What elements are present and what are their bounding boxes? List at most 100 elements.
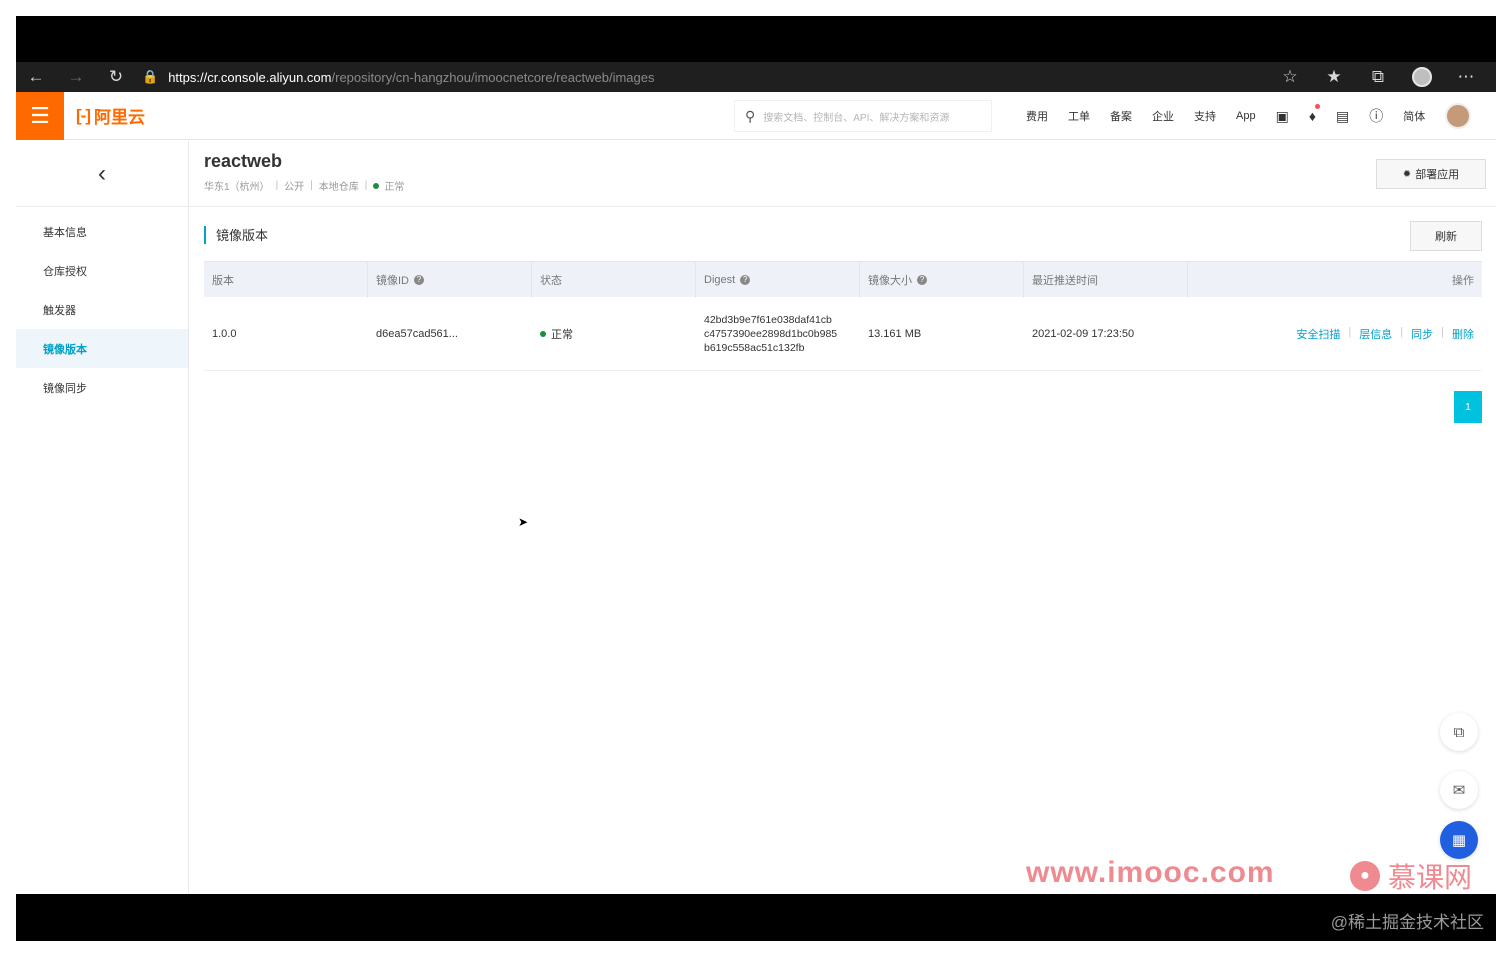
profile-avatar <box>1412 67 1432 87</box>
help-icon[interactable]: ? <box>917 274 927 285</box>
sidebar-item-image-sync[interactable]: 镜像同步 <box>16 368 188 407</box>
col-version: 版本 <box>204 261 368 298</box>
status-dot-icon <box>540 330 546 337</box>
terminal-icon[interactable]: ▣ <box>1276 108 1289 125</box>
col-digest-label: Digest <box>704 273 736 286</box>
col-version-label: 版本 <box>212 274 234 287</box>
nav-icp[interactable]: 备案 <box>1110 108 1132 124</box>
repo-type: 本地仓库 <box>318 182 359 193</box>
layer-info-link[interactable]: 层信息 <box>1359 326 1392 342</box>
brand-watermark-text: 慕课网 <box>1388 862 1473 893</box>
sidebar-item-basic-info[interactable]: 基本信息 <box>16 212 188 251</box>
sidebar-item-label: 镜像同步 <box>43 382 87 395</box>
divider: | <box>310 180 313 191</box>
browser-toolbar: ← → ↻ 🔒 https://cr.console.aliyun.com/re… <box>16 62 1496 92</box>
sidebar-item-image-versions[interactable]: 镜像版本 <box>16 329 188 368</box>
sidebar-item-label: 仓库授权 <box>43 265 87 278</box>
main-content: reactweb 华东1（杭州） | 公开 | 本地仓库 | 正常 ✹ 部署应用 <box>190 141 1496 894</box>
chat-icon[interactable]: ✉ <box>1440 771 1478 809</box>
user-avatar[interactable] <box>1445 103 1472 129</box>
section-header: 镜像版本 <box>204 225 268 244</box>
deploy-app-button[interactable]: ✹ 部署应用 <box>1376 159 1486 189</box>
cart-icon[interactable]: ▤ <box>1336 108 1349 125</box>
col-size: 镜像大小? <box>860 261 1024 298</box>
digest-line: 42bd3b9e7f61e038daf41cb <box>704 313 832 326</box>
divider: | <box>1400 325 1404 338</box>
status-dot-icon <box>373 182 380 189</box>
digest-line: b619c558ac51c132fb <box>704 341 805 354</box>
letterbox-bottom: @稀土掘金技术社区 <box>16 894 1496 941</box>
col-size-label: 镜像大小 <box>868 274 912 287</box>
sync-link[interactable]: 同步 <box>1411 326 1433 342</box>
cell-ops: 安全扫描 | 层信息 | 同步 | 删除 <box>1188 326 1482 342</box>
cell-size: 13.161 MB <box>868 327 922 340</box>
favorites-icon[interactable]: ★ <box>1312 62 1356 92</box>
help-icon[interactable]: ? <box>740 274 751 285</box>
col-ops: 操作 <box>1188 262 1482 298</box>
apps-grid-icon[interactable]: ▦ <box>1440 821 1478 859</box>
page-current[interactable]: 1 <box>1454 391 1482 423</box>
brand-watermark: ● 慕课网 <box>1350 856 1472 896</box>
divider: | <box>364 180 368 191</box>
status-text: 正常 <box>551 328 573 341</box>
more-icon[interactable]: ⋯ <box>1444 62 1488 92</box>
col-image-id: 镜像ID? <box>368 261 532 298</box>
nav-tickets[interactable]: 工单 <box>1068 108 1090 124</box>
profile-icon[interactable] <box>1400 62 1444 92</box>
col-status-label: 状态 <box>540 274 562 287</box>
sidebar: ‹ 基本信息 仓库授权 触发器 镜像版本 镜像同步 <box>16 141 189 894</box>
console-app: ☰ [-] 阿里云 ⚲ 搜索文档、控制台、API、解决方案和资源 费用 工单 备… <box>16 91 1496 896</box>
table-row: 1.0.0 d6ea57cad561... 正常 42bd3b9e7f61e03… <box>204 297 1482 371</box>
menu-icon[interactable]: ☰ <box>16 91 64 140</box>
repo-visibility: 公开 <box>284 182 305 193</box>
cell-version: 1.0.0 <box>212 327 237 340</box>
col-status: 状态 <box>532 261 696 298</box>
repo-header: reactweb 华东1（杭州） | 公开 | 本地仓库 | 正常 ✹ 部署应用 <box>190 141 1496 207</box>
mouse-cursor-icon: ➤ <box>518 515 529 529</box>
back-arrow-icon[interactable]: ← <box>16 62 56 92</box>
divider: | <box>1441 325 1444 338</box>
refresh-button[interactable]: 刷新 <box>1410 221 1482 251</box>
delete-link[interactable]: 删除 <box>1452 326 1474 342</box>
back-chevron-icon[interactable]: ‹ <box>16 141 188 207</box>
forward-arrow-icon[interactable]: → <box>56 62 96 92</box>
col-digest: Digest? <box>696 261 860 298</box>
reload-icon[interactable]: ↻ <box>96 62 136 92</box>
nav-fees[interactable]: 费用 <box>1026 108 1048 124</box>
nav-support[interactable]: 支持 <box>1194 108 1216 124</box>
feedback-icon[interactable]: ⧉ <box>1440 713 1478 751</box>
gear-icon: ✹ <box>1402 168 1412 180</box>
add-favorite-icon[interactable]: ☆ <box>1268 62 1312 92</box>
pagination: ‹ 1 › <box>1450 391 1482 423</box>
language-switch[interactable]: 简体 <box>1403 108 1425 124</box>
table-header: 版本 镜像ID? 状态 Digest? 镜像大小? 最近推送时间 操作 <box>204 261 1482 298</box>
url-path: /repository/cn-hangzhou/imoocnetcore/rea… <box>331 69 655 85</box>
sidebar-item-triggers[interactable]: 触发器 <box>16 290 188 329</box>
section-title: 镜像版本 <box>216 228 269 243</box>
notification-dot <box>1314 104 1320 109</box>
sidebar-item-label: 基本信息 <box>43 226 87 239</box>
col-ops-label: 操作 <box>1452 274 1474 287</box>
logo-text: 阿里云 <box>93 108 145 127</box>
help-icon[interactable]: ⓘ <box>1369 106 1383 126</box>
credit-watermark: @稀土掘金技术社区 <box>1330 913 1484 932</box>
page-title: reactweb <box>204 151 283 171</box>
cell-status: 正常 <box>532 326 696 342</box>
site-watermark: www.imooc.com <box>1026 856 1275 889</box>
col-pushed: 最近推送时间 <box>1024 261 1188 298</box>
collections-icon[interactable]: ⧉ <box>1356 62 1400 92</box>
address-bar[interactable]: 🔒 https://cr.console.aliyun.com/reposito… <box>142 69 655 85</box>
bell-icon[interactable]: ♦ <box>1309 104 1320 124</box>
col-image-id-label: 镜像ID <box>376 274 409 287</box>
nav-enterprise[interactable]: 企业 <box>1152 108 1174 124</box>
image-versions-table: 版本 镜像ID? 状态 Digest? 镜像大小? 最近推送时间 操作 1.0.… <box>204 261 1482 371</box>
search-input[interactable]: ⚲ 搜索文档、控制台、API、解决方案和资源 <box>734 100 992 132</box>
nav-app[interactable]: App <box>1236 110 1256 122</box>
deploy-app-label: 部署应用 <box>1415 169 1460 181</box>
sidebar-item-repo-auth[interactable]: 仓库授权 <box>16 251 188 290</box>
cell-digest: 42bd3b9e7f61e038daf41cb c4757390ee2898d1… <box>696 313 860 355</box>
repo-region: 华东1（杭州） <box>204 182 270 193</box>
help-icon[interactable]: ? <box>414 274 424 285</box>
security-scan-link[interactable]: 安全扫描 <box>1296 326 1340 342</box>
aliyun-logo[interactable]: [-] 阿里云 <box>76 103 145 128</box>
